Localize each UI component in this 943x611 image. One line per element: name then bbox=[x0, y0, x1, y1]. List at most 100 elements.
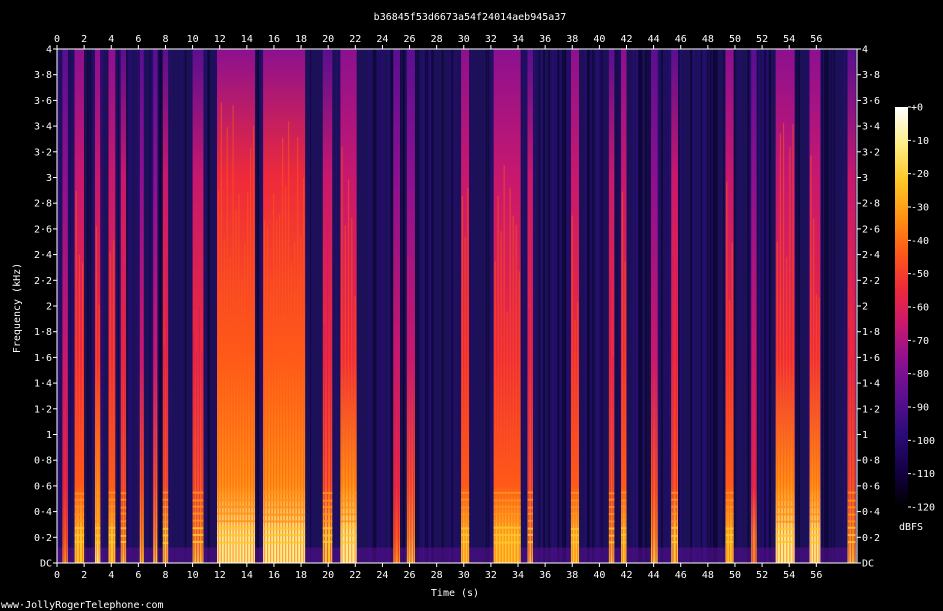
colorbar-tick-label: -50 bbox=[911, 269, 929, 280]
formant-band bbox=[108, 526, 116, 529]
formant-band bbox=[94, 505, 101, 508]
formant-band bbox=[671, 505, 679, 508]
formant-band bbox=[94, 520, 101, 523]
noise-streak bbox=[256, 49, 259, 563]
chart-title: b36845f53d6673a54f24014aeb945a37 bbox=[374, 12, 567, 23]
harmonic-streak bbox=[726, 181, 728, 563]
formant-band bbox=[570, 534, 580, 537]
harmonic-streak bbox=[528, 308, 530, 563]
colorbar-tick-label: -10 bbox=[911, 136, 929, 147]
formant-band bbox=[608, 498, 615, 501]
x-tick-label: 52 bbox=[756, 34, 768, 45]
noise-streak bbox=[184, 49, 187, 563]
noise-streak bbox=[157, 49, 159, 563]
y-tick-label: 3 bbox=[46, 173, 52, 184]
noise-streak bbox=[449, 49, 451, 563]
noise-streak bbox=[380, 49, 383, 563]
y-tick-label: 2·6 bbox=[34, 224, 52, 235]
harmonic-streak bbox=[198, 306, 200, 563]
noise-streak bbox=[207, 49, 210, 563]
formant-band bbox=[263, 491, 306, 494]
x-tick-label: 14 bbox=[241, 570, 253, 581]
noise-streak bbox=[431, 49, 434, 563]
formant-band bbox=[570, 506, 580, 509]
x-tick-label: 52 bbox=[756, 570, 768, 581]
formant-band bbox=[461, 527, 470, 530]
harmonic-streak bbox=[789, 147, 791, 564]
formant-band bbox=[775, 540, 795, 543]
noise-streak bbox=[825, 49, 828, 563]
noise-streak bbox=[73, 49, 75, 563]
harmonic-streak bbox=[609, 273, 611, 563]
harmonic-streak bbox=[672, 256, 674, 563]
formant-band bbox=[527, 527, 533, 530]
formant-band bbox=[809, 541, 821, 544]
harmonic-streak bbox=[252, 125, 255, 563]
harmonic-streak bbox=[351, 217, 353, 563]
formant-band bbox=[217, 534, 255, 537]
x-tick-label: 38 bbox=[566, 570, 578, 581]
harmonic-streak bbox=[571, 215, 573, 564]
harmonic-streak bbox=[235, 209, 237, 563]
formant-band bbox=[570, 520, 580, 523]
noise-streak bbox=[261, 49, 263, 563]
x-tick-label: 18 bbox=[295, 570, 307, 581]
formant-band bbox=[217, 520, 255, 523]
y-tick-label: 2·4 bbox=[34, 250, 52, 261]
noise-streak bbox=[374, 49, 377, 563]
colorbar-tick-label: -110 bbox=[911, 469, 935, 480]
noise-streak bbox=[747, 49, 750, 563]
noise-streak bbox=[592, 49, 595, 563]
formant-band bbox=[192, 499, 204, 502]
x-tick-label: 22 bbox=[349, 34, 361, 45]
noise-streak bbox=[712, 49, 716, 563]
harmonic-streak bbox=[141, 300, 143, 563]
noise-streak bbox=[126, 49, 128, 563]
harmonic-streak bbox=[394, 325, 396, 563]
noise-streak bbox=[638, 49, 641, 563]
noise-streak bbox=[119, 49, 121, 563]
x-tick-label: 46 bbox=[675, 34, 687, 45]
harmonic-streak bbox=[577, 301, 579, 563]
harmonic-streak bbox=[754, 330, 756, 563]
harmonic-streak bbox=[98, 305, 100, 563]
noise-streak bbox=[733, 49, 736, 563]
formant-band bbox=[461, 506, 470, 509]
harmonic-streak bbox=[731, 243, 733, 564]
noise-streak bbox=[170, 49, 172, 563]
activity-segment bbox=[671, 49, 679, 563]
noise-streak bbox=[843, 49, 846, 563]
formant-band bbox=[120, 527, 127, 530]
noise-streak bbox=[768, 49, 771, 563]
noise-streak bbox=[541, 49, 544, 563]
x-tick-label: 56 bbox=[810, 34, 822, 45]
formant-band bbox=[108, 520, 116, 523]
noise-streak bbox=[136, 49, 139, 563]
noise-streak bbox=[585, 49, 587, 563]
formant-band bbox=[263, 513, 306, 516]
formant-band bbox=[74, 534, 85, 537]
x-tick-label: 4 bbox=[108, 34, 114, 45]
formant-band bbox=[217, 499, 255, 502]
x-tick-label: 38 bbox=[566, 34, 578, 45]
x-tick-label: 14 bbox=[241, 34, 253, 45]
formant-band bbox=[847, 520, 856, 523]
x-tick-label: 2 bbox=[81, 570, 87, 581]
harmonic-streak bbox=[63, 377, 65, 563]
harmonic-streak bbox=[853, 228, 855, 563]
formant-band bbox=[809, 534, 821, 537]
activity-segment bbox=[775, 49, 795, 563]
formant-band bbox=[493, 533, 521, 536]
y-tick-label: 1·2 bbox=[34, 404, 52, 415]
noise-streak bbox=[807, 49, 810, 563]
formant-band bbox=[217, 491, 255, 494]
formant-band bbox=[570, 491, 580, 494]
noise-streak bbox=[215, 49, 217, 563]
formant-band bbox=[74, 492, 85, 495]
noise-streak bbox=[86, 49, 89, 563]
harmonic-streak bbox=[813, 218, 815, 563]
formant-band bbox=[809, 520, 821, 523]
noise-streak bbox=[600, 49, 603, 563]
x-tick-label: 40 bbox=[593, 570, 605, 581]
noise-streak bbox=[700, 49, 702, 563]
